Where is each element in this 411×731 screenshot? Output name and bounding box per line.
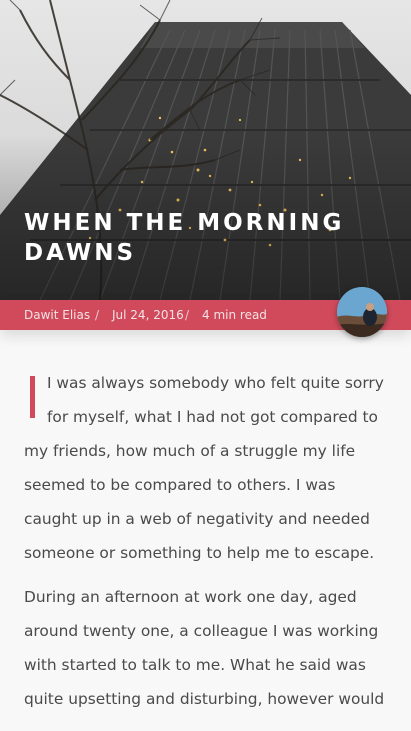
article-body: I was always somebody who felt quite sor… [24, 366, 392, 726]
post-date: Jul 24, 2016 [112, 308, 184, 322]
author-avatar[interactable] [337, 287, 387, 337]
avatar-photo [337, 287, 387, 337]
drop-cap-marker [30, 376, 35, 418]
hero-image: When the morning dawns [0, 0, 411, 300]
author-name[interactable]: Dawit Elias [24, 308, 90, 322]
meta-separator: / [185, 308, 190, 322]
post-title: When the morning dawns [24, 210, 345, 266]
read-time: 4 min read [202, 308, 267, 322]
meta-separator: / [95, 308, 100, 322]
article-paragraph: During an afternoon at work one day, age… [24, 588, 385, 708]
article-paragraph: I was always somebody who felt quite sor… [24, 374, 384, 562]
